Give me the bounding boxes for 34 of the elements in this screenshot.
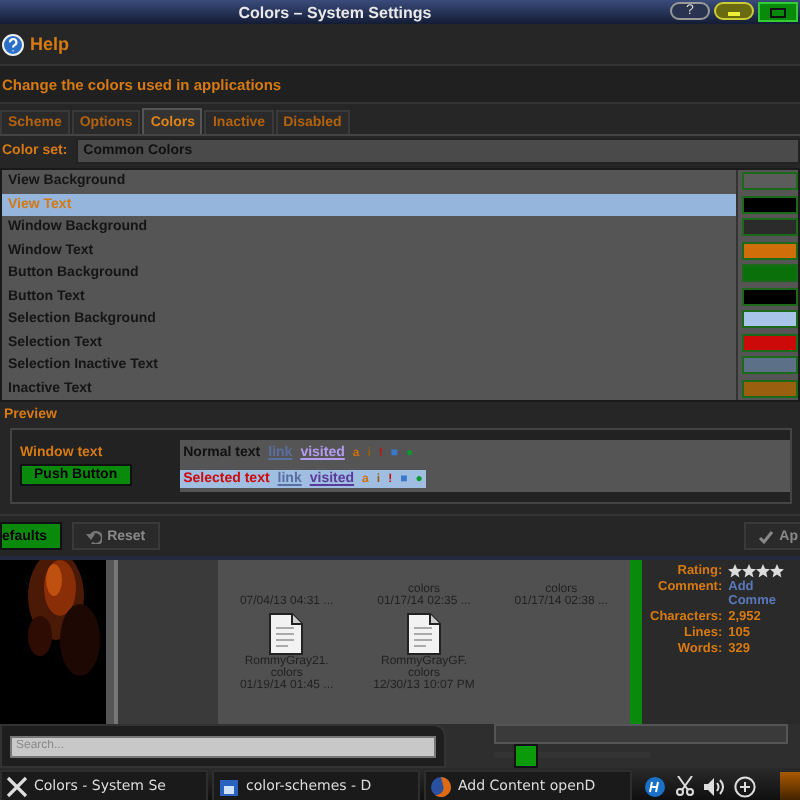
- window-title: Colors – System Settings: [236, 3, 434, 21]
- color-swatch[interactable]: [742, 218, 798, 237]
- maximize-button[interactable]: [758, 2, 798, 22]
- scissors-icon[interactable]: [676, 776, 694, 796]
- color-swatch[interactable]: [742, 241, 798, 260]
- help-icon[interactable]: [2, 33, 24, 55]
- browser-icon: [430, 775, 452, 797]
- color-swatch[interactable]: [742, 356, 798, 375]
- folder-icon: [218, 775, 240, 797]
- check-icon: [757, 529, 774, 543]
- color-swatch[interactable]: [742, 379, 798, 398]
- clock-panel: [780, 772, 800, 800]
- slider-thumb[interactable]: [513, 744, 538, 768]
- star-icon[interactable]: [742, 564, 757, 578]
- document-icon[interactable]: [405, 612, 442, 656]
- filter-field[interactable]: [494, 724, 788, 744]
- undo-icon: [85, 529, 102, 543]
- color-swatch[interactable]: [742, 287, 798, 306]
- star-icon[interactable]: [770, 564, 785, 578]
- color-swatch[interactable]: [742, 310, 798, 329]
- color-swatch[interactable]: [742, 172, 798, 191]
- logo-icon[interactable]: [644, 775, 666, 797]
- help-button[interactable]: Help: [2, 33, 70, 55]
- maximize-icon[interactable]: [770, 7, 786, 17]
- document-icon[interactable]: [268, 612, 305, 656]
- volume-icon[interactable]: [704, 777, 724, 795]
- star-icon[interactable]: [756, 564, 771, 578]
- color-swatch[interactable]: [742, 333, 798, 352]
- star-icon[interactable]: [728, 564, 743, 578]
- color-swatch[interactable]: [742, 264, 798, 283]
- minimize-icon[interactable]: [728, 12, 740, 18]
- scrollbar[interactable]: [630, 560, 642, 724]
- minimize-button[interactable]: [714, 2, 754, 20]
- color-swatch[interactable]: [742, 195, 798, 214]
